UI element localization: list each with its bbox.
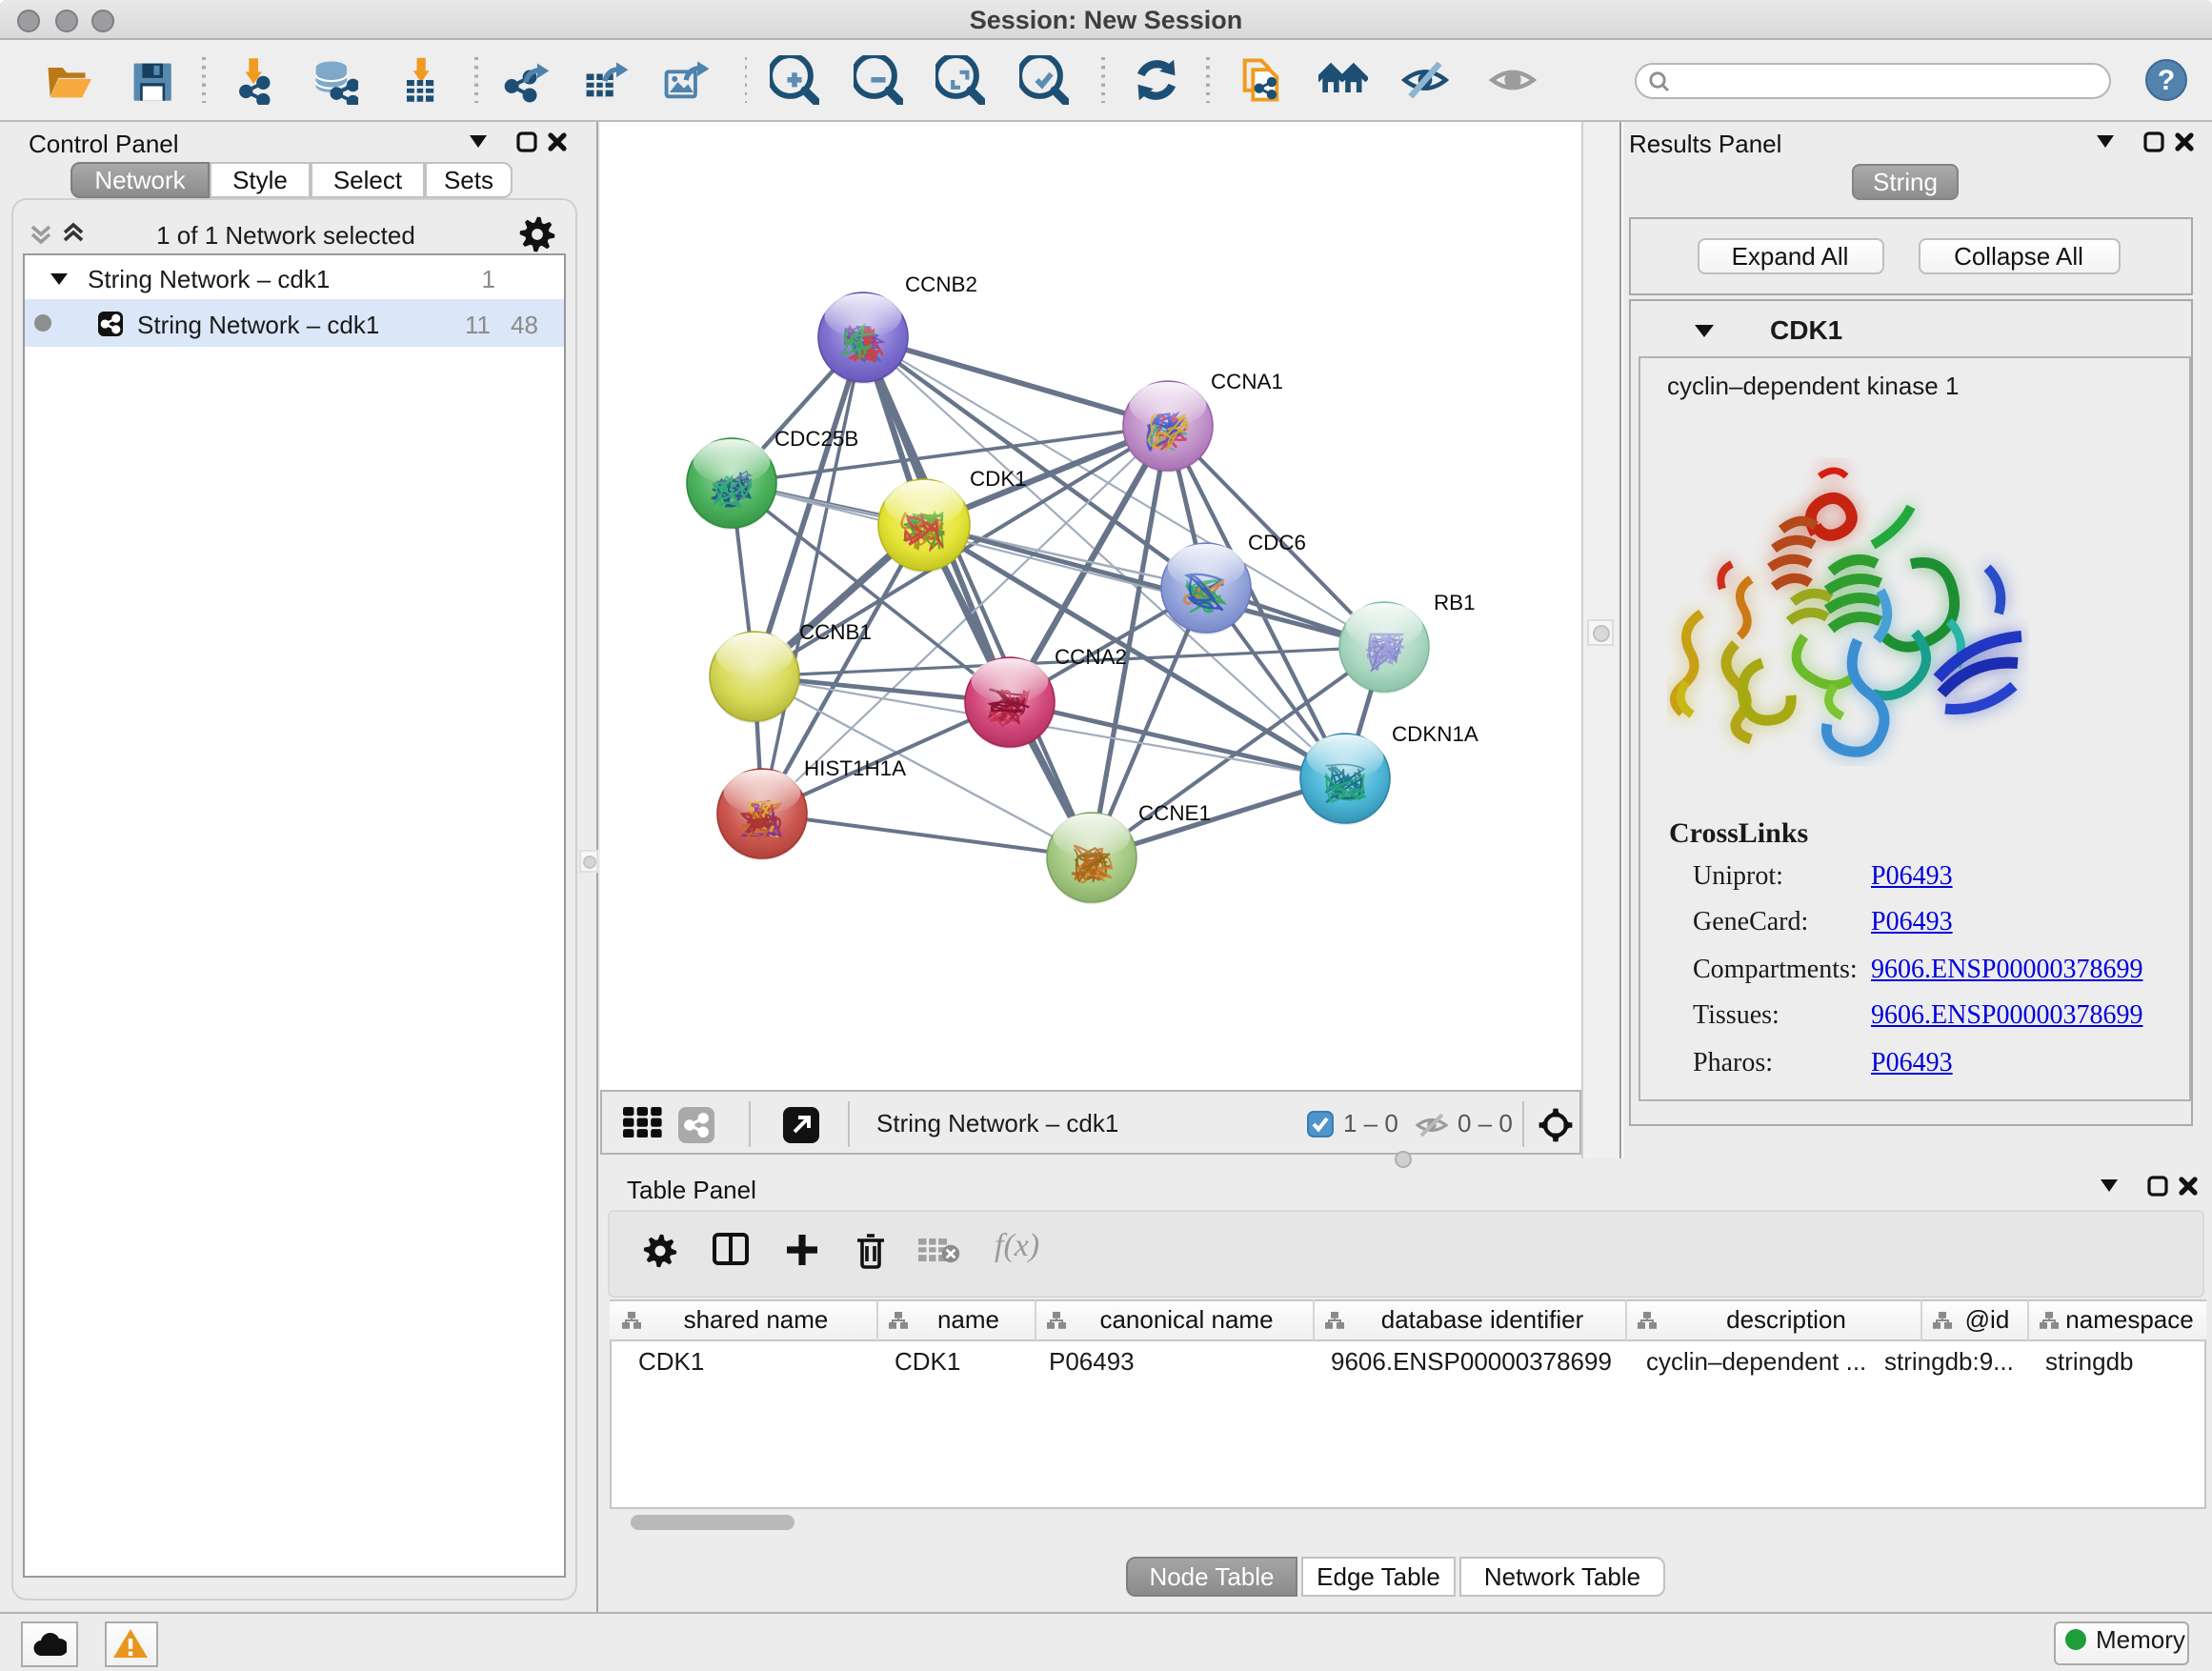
svg-text:CCNA1: CCNA1 (1211, 370, 1283, 393)
svg-text:CDK1: CDK1 (970, 467, 1027, 491)
svg-text:CCNA2: CCNA2 (1055, 645, 1127, 669)
svg-text:CDKN1A: CDKN1A (1392, 722, 1478, 746)
svg-text:RB1: RB1 (1434, 591, 1476, 614)
svg-text:CCNB2: CCNB2 (905, 272, 977, 296)
svg-text:CDC6: CDC6 (1248, 531, 1306, 554)
svg-text:CDC25B: CDC25B (774, 427, 858, 451)
svg-text:HIST1H1A: HIST1H1A (804, 756, 906, 780)
svg-text:CCNB1: CCNB1 (799, 620, 872, 644)
svg-text:CCNE1: CCNE1 (1138, 801, 1211, 825)
